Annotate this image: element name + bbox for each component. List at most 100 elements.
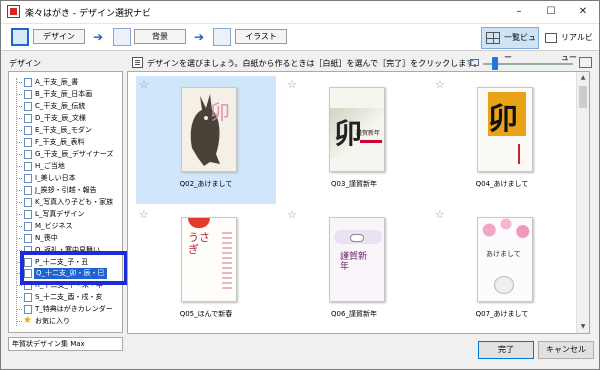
design-name: Q06_謹賀新年	[331, 310, 377, 318]
tree-item[interactable]: H_ご当地	[13, 161, 122, 172]
illustration-step-button[interactable]: イラスト	[235, 29, 287, 44]
design-art-text: 謹賀新年	[340, 252, 368, 272]
category-icon	[24, 90, 32, 99]
category-icon	[24, 102, 32, 111]
tree-item[interactable]: M_ビジネス	[13, 221, 122, 232]
category-icon	[24, 293, 32, 302]
design-art-text: 卯	[488, 102, 518, 137]
design-card-image: 卯 謹賀新年	[329, 87, 385, 172]
tree-item[interactable]: E_干支_辰_モダン	[13, 125, 122, 136]
background-step-icon[interactable]	[113, 28, 131, 46]
real-view-icon	[545, 33, 557, 43]
design-gallery: ☆ 卯 Q02_あけまして ☆ 卯 謹賀新年 Q03_謹賀新年 ☆ 卯 Q04_…	[127, 71, 590, 334]
app-icon	[7, 5, 20, 18]
category-icon	[24, 114, 32, 123]
favorite-star-icon[interactable]: ☆	[435, 78, 445, 91]
design-thumbnail[interactable]: ☆ 謹賀新年 Q06_謹賀新年	[284, 206, 424, 333]
zoom-slider-thumb[interactable]	[492, 57, 498, 70]
design-card-image: あけまして	[477, 217, 533, 302]
tree-item[interactable]: I_美しい日本	[13, 173, 122, 184]
favorite-star-icon[interactable]: ☆	[435, 208, 445, 221]
design-name: Q07_あけまして	[475, 310, 529, 318]
list-view-label: 一覧ビュー	[504, 33, 536, 62]
design-card-image: 謹賀新年	[329, 217, 385, 302]
category-icon	[24, 186, 32, 195]
category-icon	[24, 138, 32, 147]
cancel-button[interactable]: キャンセル	[538, 341, 594, 359]
design-art-text: あけまして	[486, 250, 521, 258]
tree-item[interactable]: B_干支_辰_日本画	[13, 89, 122, 100]
minimize-button[interactable]: –	[503, 1, 535, 23]
arrow-right-icon: ➔	[194, 30, 205, 44]
category-icon	[24, 162, 32, 171]
scroll-up-icon[interactable]: ▲	[577, 72, 589, 84]
window-title: 楽々はがき - デザイン選択ナビ	[25, 9, 151, 19]
category-icon	[24, 210, 32, 219]
design-art-text: うさぎ	[188, 231, 210, 256]
design-panel-label: デザイン	[9, 59, 41, 68]
scrollbar-thumb[interactable]	[579, 86, 587, 108]
design-card-image: うさぎ	[181, 217, 237, 302]
design-thumbnail[interactable]: ☆ 卯 Q02_あけまして	[136, 76, 276, 204]
grid-view-icon	[486, 32, 500, 44]
design-step-icon[interactable]	[11, 28, 29, 46]
design-category-tree: A_干支_辰_書 B_干支_辰_日本画 C_干支_辰_伝統 D_干支_辰_文様 …	[8, 71, 123, 333]
favorite-star-icon[interactable]: ☆	[139, 208, 149, 221]
category-icon	[24, 198, 32, 207]
design-card-image: 卯	[477, 87, 533, 172]
status-field: 年賀状デザイン集 Max	[8, 337, 123, 351]
design-name: Q03_謹賀新年	[331, 180, 377, 188]
category-icon	[24, 305, 32, 314]
gallery-scrollbar[interactable]: ▲ ▼	[576, 72, 589, 333]
arrow-right-icon: ➔	[93, 30, 104, 44]
zoom-out-icon[interactable]	[470, 59, 479, 66]
tree-item[interactable]: J_挨拶・引越・報告	[13, 185, 122, 196]
close-button[interactable]: ✕	[567, 1, 599, 23]
zoom-in-icon[interactable]	[579, 57, 592, 68]
design-thumbnail[interactable]: ☆ 卯 謹賀新年 Q03_謹賀新年	[284, 76, 424, 204]
info-icon	[132, 57, 143, 68]
star-icon: ★	[23, 315, 32, 326]
illustration-step-icon[interactable]	[213, 28, 231, 46]
category-icon	[24, 222, 32, 231]
favorite-star-icon[interactable]: ☆	[287, 208, 297, 221]
tree-item[interactable]: C_干支_辰_伝統	[13, 101, 122, 112]
design-thumbnail[interactable]: ☆ うさぎ Q05_ほんで新春	[136, 206, 276, 333]
tree-item[interactable]: G_干支_辰_デザイナーズ	[13, 149, 122, 160]
design-art-text: 卯	[210, 100, 230, 124]
tree-item[interactable]: K_写真入り子ども・家族	[13, 197, 122, 208]
tree-item[interactable]: A_干支_辰_書	[13, 77, 122, 88]
tree-item[interactable]: F_干支_辰_表料	[13, 137, 122, 148]
favorite-star-icon[interactable]: ☆	[139, 78, 149, 91]
design-step-button[interactable]: デザイン	[33, 29, 85, 44]
scroll-down-icon[interactable]: ▼	[577, 321, 589, 333]
tree-item[interactable]: T_特典はがきカレンダー	[13, 304, 122, 315]
design-card-image: 卯	[181, 87, 237, 172]
finish-button[interactable]: 完了	[478, 341, 534, 359]
tree-item[interactable]: D_干支_辰_文様	[13, 113, 122, 124]
tree-item[interactable]: L_写真デザイン	[13, 209, 122, 220]
favorite-star-icon[interactable]: ☆	[287, 78, 297, 91]
design-name: Q02_あけまして	[179, 180, 233, 188]
highlight-box	[20, 251, 128, 285]
tree-item[interactable]: S_十二支_酉・戌・亥	[13, 292, 122, 303]
design-thumbnail[interactable]: ☆ 卯 Q04_あけまして	[432, 76, 572, 204]
design-thumbnail[interactable]: ☆ あけまして Q07_あけまして	[432, 206, 572, 333]
design-name: Q05_ほんで新春	[179, 310, 233, 318]
design-sub-text: 謹賀新年	[356, 130, 381, 137]
maximize-button[interactable]: ☐	[535, 1, 567, 23]
category-icon	[24, 150, 32, 159]
category-icon	[24, 174, 32, 183]
title-bar: 楽々はがき - デザイン選択ナビ – ☐ ✕	[1, 1, 599, 23]
tree-item-favorites[interactable]: ★ お気に入り	[13, 315, 122, 327]
step-toolbar: デザイン ➔ 背景 ➔ イラスト 一覧ビュー リアルビュー	[1, 23, 599, 62]
list-view-button[interactable]: 一覧ビュー	[481, 27, 539, 62]
background-step-button[interactable]: 背景	[134, 29, 186, 44]
app-window: 楽々はがき - デザイン選択ナビ – ☐ ✕ デザイン ➔ 背景 ➔ イラスト …	[0, 0, 600, 370]
instruction-text: デザインを選びましょう。白紙から作るときは［白紙］を選んで［完了］をクリックしま…	[147, 59, 482, 68]
design-name: Q04_あけまして	[475, 180, 529, 188]
tree-item[interactable]: N_喪中	[13, 233, 122, 244]
category-icon	[24, 126, 32, 135]
category-icon	[24, 78, 32, 87]
real-view-button[interactable]: リアルビュー	[540, 27, 598, 62]
